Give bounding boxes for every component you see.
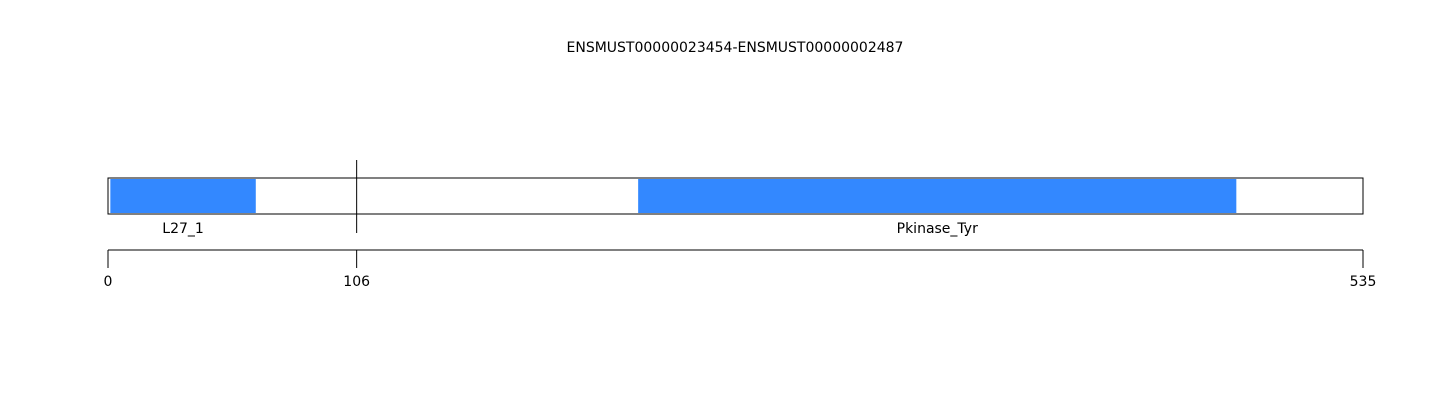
position-axis: 0 106 535	[104, 249, 1377, 290]
domain-l27-1	[110, 179, 256, 213]
axis-tick-label: 535	[1350, 274, 1377, 290]
fusion-protein-diagram: ENSMUST00000023454-ENSMUST00000002487 L2…	[104, 40, 1377, 290]
domain-label: Pkinase_Tyr	[897, 221, 978, 237]
axis-tick-label: 106	[343, 274, 370, 290]
axis-tick-label: 0	[104, 274, 113, 290]
domain-pkinase-tyr	[638, 179, 1237, 213]
diagram-title: ENSMUST00000023454-ENSMUST00000002487	[567, 40, 904, 56]
domains-layer: L27_1 Pkinase_Tyr	[110, 179, 1237, 237]
domain-label: L27_1	[162, 221, 204, 237]
